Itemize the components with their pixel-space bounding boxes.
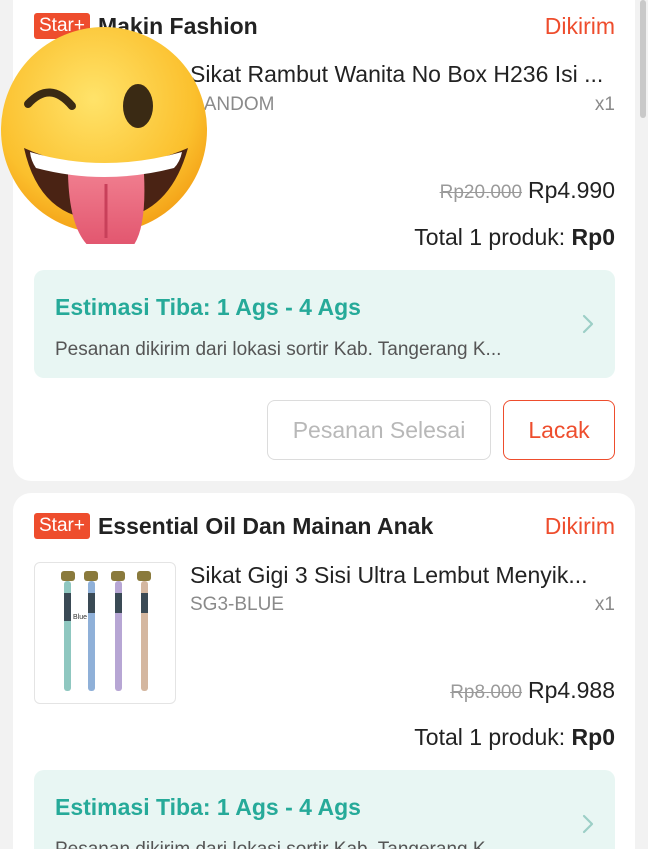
total-value: Rp0 [571,224,615,250]
order-total: Total 1 produk: Rp0 [414,724,615,751]
estimate-title: Estimasi Tiba: 1 Ags - 4 Ags [55,794,361,820]
toothbrush-image: Blue [61,571,151,691]
discounted-price: Rp4.988 [528,677,615,703]
star-plus-badge: Star+ [34,513,90,539]
scrollbar[interactable] [640,0,646,118]
shop-header: Star+ Essential Oil Dan Mainan Anak Diki… [34,509,615,543]
price-row: Rp20.000 Rp4.990 [440,177,615,204]
discounted-price: Rp4.990 [528,177,615,203]
shipping-estimate-panel[interactable]: Estimasi Tiba: 1 Ags - 4 Ags Pesanan dik… [34,770,615,849]
order-complete-button[interactable]: Pesanan Selesai [267,400,491,460]
product-variant: SG3-BLUE [190,594,284,615]
winking-tongue-emoji-icon [1,27,207,244]
shop-name[interactable]: Essential Oil Dan Mainan Anak [98,513,545,540]
order-total: Total 1 produk: Rp0 [414,224,615,251]
product-name[interactable]: Sikat Gigi 3 Sisi Ultra Lembut Menyik... [190,562,615,589]
estimate-title: Estimasi Tiba: 1 Ags - 4 Ags [55,294,361,320]
product-name[interactable]: Sikat Rambut Wanita No Box H236 Isi ... [190,61,615,88]
total-label: Total 1 produk: [414,224,566,250]
price-row: Rp8.000 Rp4.988 [450,677,615,704]
order-status: Dikirim [544,512,615,539]
estimate-subtitle: Pesanan dikirim dari lokasi sortir Kab. … [55,839,555,849]
product-quantity: x1 [594,594,615,615]
total-value: Rp0 [571,724,615,750]
order-status: Dikirim [544,12,615,39]
track-button[interactable]: Lacak [503,400,615,460]
order-list-page: Star+ Makin Fashion Dikirim Sikat Rambut… [0,0,648,849]
product-thumbnail[interactable]: Blue [34,562,176,704]
chevron-right-icon [582,314,594,334]
total-label: Total 1 produk: [414,724,566,750]
thumbnail-label: Blue [73,614,87,621]
chevron-right-icon [582,814,594,834]
shipping-estimate-panel[interactable]: Estimasi Tiba: 1 Ags - 4 Ags Pesanan dik… [34,270,615,378]
original-price: Rp8.000 [450,682,523,703]
product-quantity: x1 [594,94,615,115]
estimate-subtitle: Pesanan dikirim dari lokasi sortir Kab. … [55,339,502,360]
order-card[interactable]: Star+ Essential Oil Dan Mainan Anak Diki… [13,493,635,849]
original-price: Rp20.000 [439,182,523,203]
